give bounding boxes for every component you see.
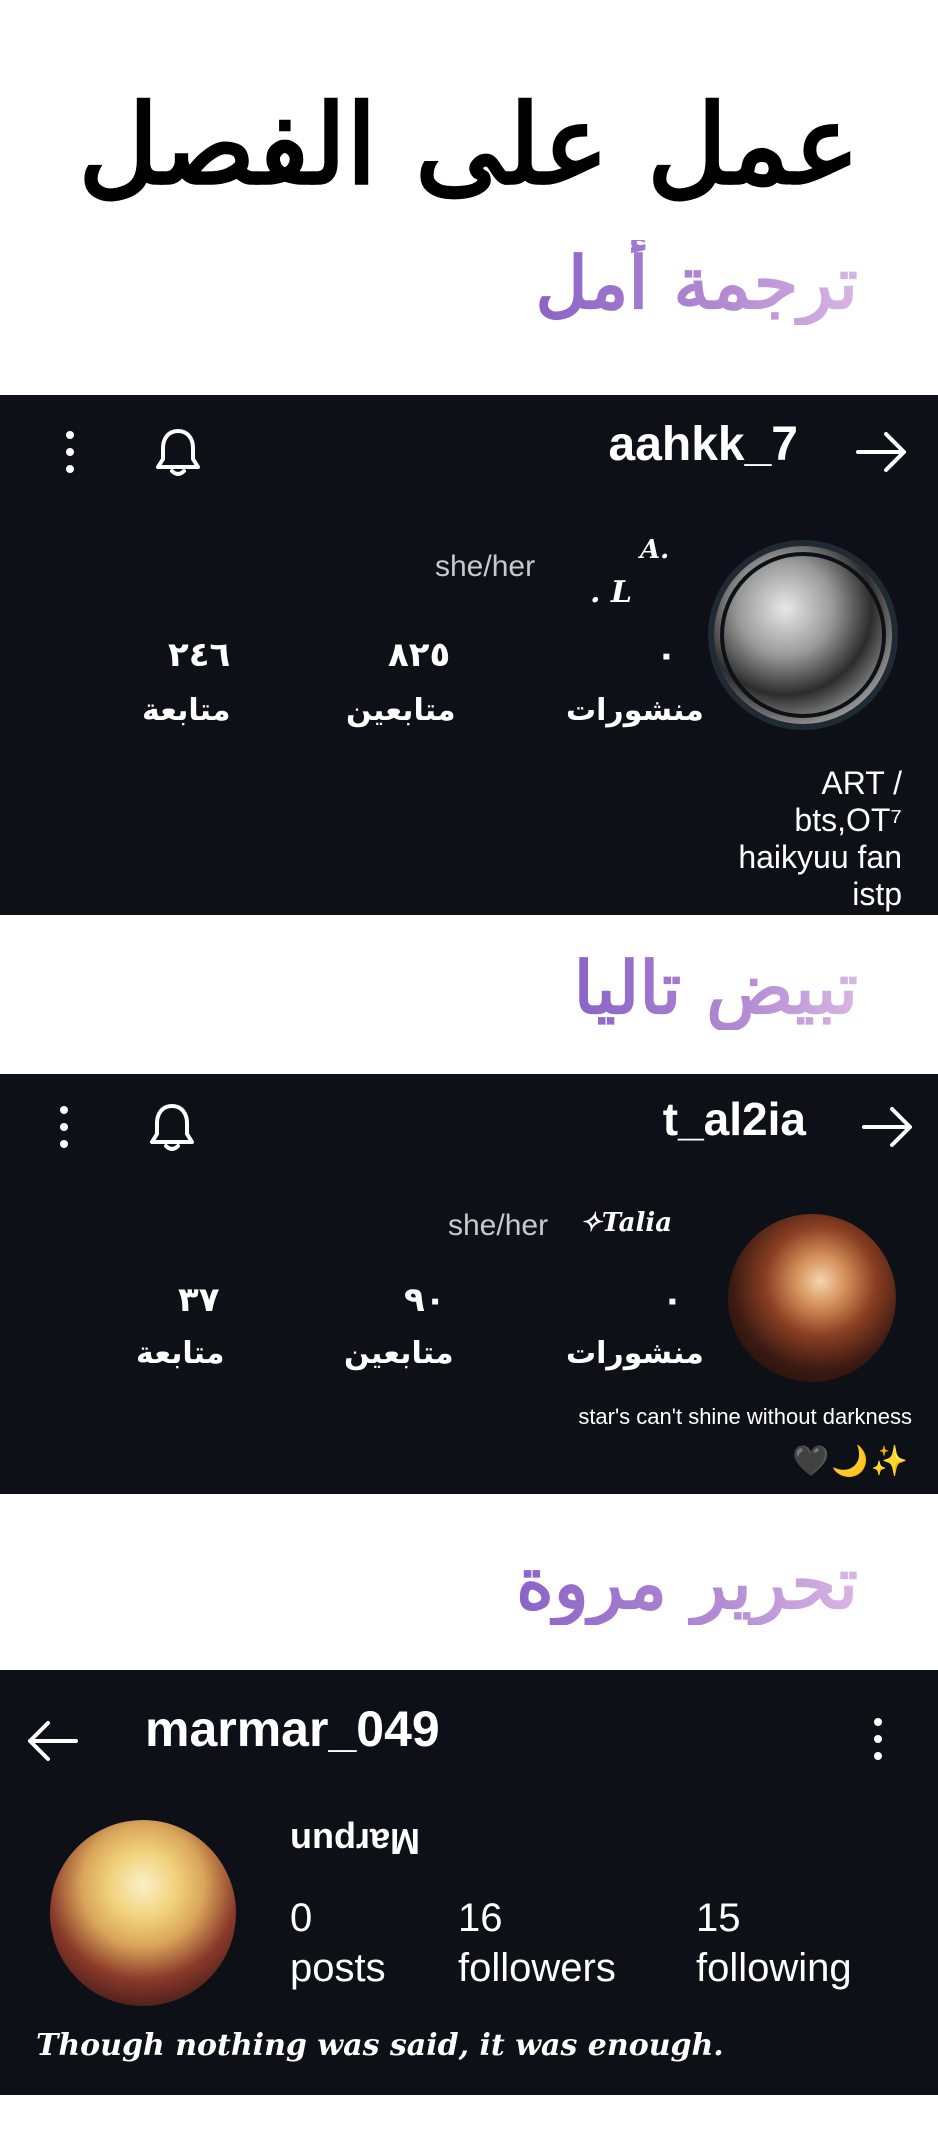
profile-avatar[interactable] (708, 540, 898, 730)
following-label[interactable]: متابعة (142, 693, 230, 728)
credit-whitening: تبيض تاليا (573, 945, 858, 1030)
more-options-icon[interactable] (868, 1714, 888, 1764)
followers-label[interactable]: followers (458, 1946, 616, 1991)
followers-label[interactable]: متابعين (344, 1336, 454, 1371)
profile-card-3: marmar_049 Marpun 0 posts 16 followers 1… (0, 1670, 938, 2095)
posts-label: منشورات (566, 693, 704, 728)
following-count[interactable]: ٣٧ (178, 1280, 220, 1320)
chapter-credits-title: عمل على الفصل (78, 80, 861, 209)
display-name-line1: A. (640, 535, 670, 565)
display-name: Marpun (290, 1821, 420, 1862)
followers-count[interactable]: ٩٠ (404, 1280, 446, 1320)
back-arrow-icon[interactable] (24, 1716, 80, 1766)
bio-line: haikyuu fan (738, 839, 902, 875)
pronouns: she/her (448, 1209, 549, 1242)
following-label[interactable]: following (696, 1946, 852, 1991)
following-count[interactable]: ٢٤٦ (168, 635, 230, 675)
profile-avatar[interactable] (728, 1214, 896, 1382)
profile-username: marmar_049 (145, 1701, 440, 1757)
display-name-line2: . L (590, 575, 632, 610)
profile-username: aahkk_7 (608, 418, 799, 471)
pronouns: she/her (435, 550, 536, 583)
posts-count: 0 (290, 1896, 313, 1940)
credit-translation: ترجمة أمل (535, 240, 858, 325)
bio-line: istp (852, 876, 902, 912)
bio-emoji: 🖤🌙✨ (791, 1444, 910, 1479)
following-count[interactable]: 15 (696, 1896, 741, 1941)
posts-count: ٠ (656, 635, 677, 675)
following-label[interactable]: متابعة (136, 1336, 224, 1371)
bell-icon[interactable] (150, 425, 206, 481)
more-options-icon[interactable] (54, 1102, 74, 1152)
more-options-icon[interactable] (60, 427, 80, 477)
posts-count: ٠ (662, 1280, 683, 1320)
followers-count[interactable]: ٨٢٥ (388, 635, 450, 675)
bio-text: star's can't shine without darkness (578, 1404, 912, 1429)
bio-line: ART / (821, 765, 902, 801)
profile-username: t_al2ia (662, 1093, 806, 1145)
back-arrow-icon[interactable] (860, 1102, 916, 1152)
display-name: ✧Talia (580, 1208, 673, 1238)
credit-editing: تحرير مروة (516, 1540, 858, 1625)
bio-line: bts,OT⁷ (794, 802, 902, 838)
posts-label: posts (290, 1946, 386, 1990)
back-arrow-icon[interactable] (854, 427, 910, 477)
bio-quote: Though nothing was said, it was enough. (36, 2028, 724, 2063)
followers-label[interactable]: متابعين (346, 693, 456, 728)
posts-label: منشورات (566, 1336, 704, 1371)
profile-card-2: t_al2ia she/her ✧Talia ٠ منشورات ٩٠ متاب… (0, 1074, 938, 1494)
followers-count[interactable]: 16 (458, 1896, 503, 1941)
profile-card-1: aahkk_7 she/her A. . L ٠ منشورات ٨٢٥ متا… (0, 395, 938, 915)
bell-icon[interactable] (144, 1100, 200, 1156)
profile-avatar[interactable] (50, 1820, 236, 2006)
